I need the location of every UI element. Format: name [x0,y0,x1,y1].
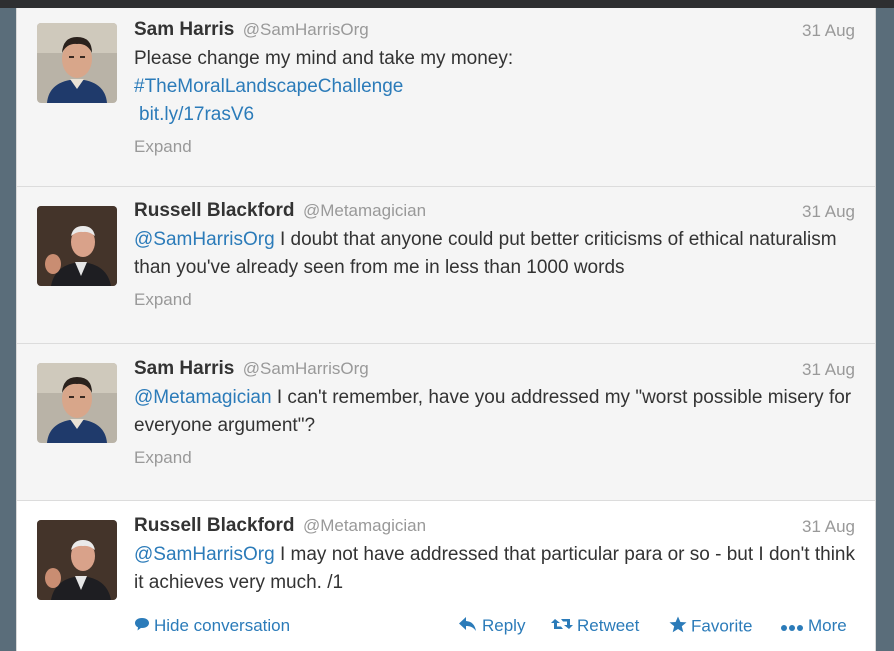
author-handle[interactable]: @Metamagician [303,201,426,220]
tweet-item-expanded[interactable]: Russell Blackford @Metamagician 31 Aug @… [17,501,875,651]
reply-label: Reply [482,616,526,635]
reply-arrow-icon [458,616,478,637]
tweet-header: Russell Blackford @Metamagician 31 Aug [134,200,855,226]
favorite-button[interactable]: Favorite [669,616,752,638]
tweet-date[interactable]: 31 Aug [802,21,855,41]
right-background [876,8,894,651]
tweet-item[interactable]: Russell Blackford @Metamagician 31 Aug @… [17,187,875,344]
conversation-panel: Sam Harris @SamHarrisOrg 31 Aug Please c… [16,8,876,651]
more-label: More [808,616,847,635]
retweet-icon [551,616,573,637]
tweet-content: Russell Blackford @Metamagician 31 Aug @… [134,200,855,310]
more-dots-icon [780,617,804,637]
hashtag-link[interactable]: #TheMoralLandscapeChallenge [134,73,855,101]
sam-harris-avatar[interactable] [37,23,117,103]
tweet-text: @SamHarrisOrg I doubt that anyone could … [134,226,855,282]
tweet-header: Sam Harris @SamHarrisOrg 31 Aug [134,19,855,45]
tweet-actions: Hide conversation Reply Retweet Favorite [134,616,855,642]
tweet-item[interactable]: Sam Harris @SamHarrisOrg 31 Aug Please c… [17,8,875,187]
tweet-text: Please change my mind and take my money:… [134,45,855,129]
russell-blackford-avatar[interactable] [37,206,117,286]
tweet-date[interactable]: 31 Aug [802,360,855,380]
speech-bubble-icon [134,616,150,637]
author-name[interactable]: Sam Harris [134,19,234,40]
russell-blackford-avatar[interactable] [37,520,117,600]
window-top-bar [0,0,894,8]
retweet-button[interactable]: Retweet [551,616,639,637]
tweet-header: Sam Harris @SamHarrisOrg 31 Aug [134,358,855,384]
more-button[interactable]: More [780,616,847,637]
sam-harris-avatar[interactable] [37,363,117,443]
mention-link[interactable]: @SamHarrisOrg [134,229,275,250]
favorite-label: Favorite [691,616,753,636]
expand-link[interactable]: Expand [134,448,855,468]
tweet-text: @SamHarrisOrg I may not have addressed t… [134,541,855,597]
author-name[interactable]: Russell Blackford [134,200,295,221]
author-name[interactable]: Sam Harris [134,358,234,379]
retweet-label: Retweet [577,616,640,635]
tweet-text-line: Please change my mind and take my money: [134,48,514,69]
tweet-header: Russell Blackford @Metamagician 31 Aug [134,515,855,541]
author-handle[interactable]: @SamHarrisOrg [243,359,369,378]
author-handle[interactable]: @SamHarrisOrg [243,20,369,39]
tweet-text: @Metamagician I can't remember, have you… [134,384,855,440]
tweet-content: Sam Harris @SamHarrisOrg 31 Aug Please c… [134,19,855,157]
expand-link[interactable]: Expand [134,137,855,157]
tweet-content: Sam Harris @SamHarrisOrg 31 Aug @Metamag… [134,358,855,468]
tweet-date[interactable]: 31 Aug [802,202,855,222]
hide-conversation-button[interactable]: Hide conversation [134,616,290,637]
mention-link[interactable]: @SamHarrisOrg [134,544,275,565]
tweet-item[interactable]: Sam Harris @SamHarrisOrg 31 Aug @Metamag… [17,344,875,501]
url-link[interactable]: bit.ly/17rasV6 [134,101,855,129]
expand-link[interactable]: Expand [134,290,855,310]
author-handle[interactable]: @Metamagician [303,516,426,535]
mention-link[interactable]: @Metamagician [134,387,272,408]
hide-conversation-label: Hide conversation [154,616,291,635]
author-name[interactable]: Russell Blackford [134,515,295,536]
left-background [0,8,16,651]
reply-button[interactable]: Reply [458,616,525,637]
tweet-content: Russell Blackford @Metamagician 31 Aug @… [134,515,855,651]
star-icon [669,616,687,638]
tweet-date[interactable]: 31 Aug [802,517,855,537]
